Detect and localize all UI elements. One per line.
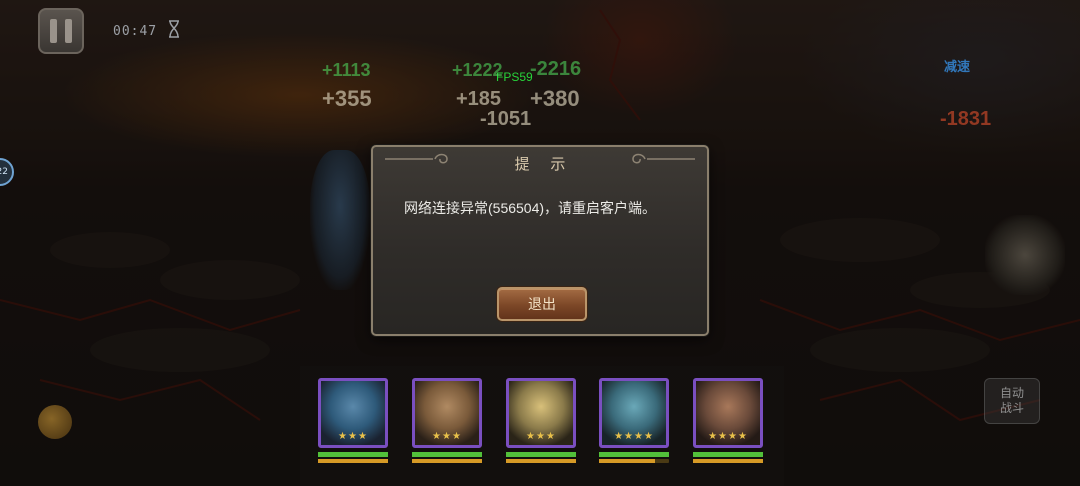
side-counter-value: 22	[0, 167, 8, 177]
hero-slot[interactable]: ★★★★	[693, 378, 763, 463]
battle-timer: 00:47	[113, 24, 158, 39]
hero-energy-bar	[318, 459, 388, 463]
hero-portrait: ★★★★	[693, 378, 763, 448]
hourglass-icon	[169, 20, 179, 38]
exit-button[interactable]: 退出	[497, 287, 587, 321]
dialog-title: 提 示	[514, 154, 574, 173]
hero-slot[interactable]: ★★★	[318, 378, 388, 463]
floating-number: +1113	[322, 60, 371, 80]
pause-button[interactable]	[38, 8, 84, 54]
hero-energy-bar	[412, 459, 482, 463]
hero-hp-bar	[318, 452, 388, 457]
hero-stars: ★★★	[432, 431, 462, 442]
hero-energy-bar	[599, 459, 669, 463]
pause-icon-bar-left	[50, 19, 57, 43]
floating-number: +380	[530, 86, 580, 111]
hero-portrait: ★★★	[412, 378, 482, 448]
network-error-dialog: 提 示 网络连接异常(556504)，请重启客户端。 退出	[371, 145, 709, 336]
floating-number: -1051	[480, 108, 532, 130]
dialog-message: 网络连接异常(556504)，请重启客户端。	[404, 200, 657, 216]
hero-slot[interactable]: ★★★	[412, 378, 482, 463]
auto-battle-button[interactable]: 自动战斗	[984, 378, 1040, 424]
hero-stars: ★★★★	[614, 431, 654, 442]
hero-stars: ★★★★	[708, 431, 748, 442]
hero-portrait: ★★★	[318, 378, 388, 448]
hero-hp-bar	[506, 452, 576, 457]
status-effect-label: 减速	[944, 60, 971, 75]
hero-hp-bar	[693, 452, 763, 457]
gold-coin-icon	[38, 405, 72, 439]
floating-number: -1831	[940, 108, 992, 130]
hero-hp-bar	[412, 452, 482, 457]
hero-energy-bar	[506, 459, 576, 463]
pause-icon-bar-right	[65, 19, 72, 43]
floating-number: +1222	[452, 60, 503, 80]
hero-portrait: ★★★	[506, 378, 576, 448]
dialog-ornament-right-icon	[632, 153, 695, 164]
hero-slot[interactable]: ★★★	[506, 378, 576, 463]
hero-portrait: ★★★★	[599, 378, 669, 448]
hero-energy-bar	[693, 459, 763, 463]
floating-number: +355	[322, 86, 372, 111]
floating-number: -2216	[530, 58, 582, 80]
hero-stars: ★★★	[526, 431, 556, 442]
hero-slot[interactable]: ★★★★	[599, 378, 669, 463]
hero-hp-bar	[599, 452, 669, 457]
dialog-header: 提 示	[433, 151, 647, 175]
hero-stars: ★★★	[338, 431, 368, 442]
